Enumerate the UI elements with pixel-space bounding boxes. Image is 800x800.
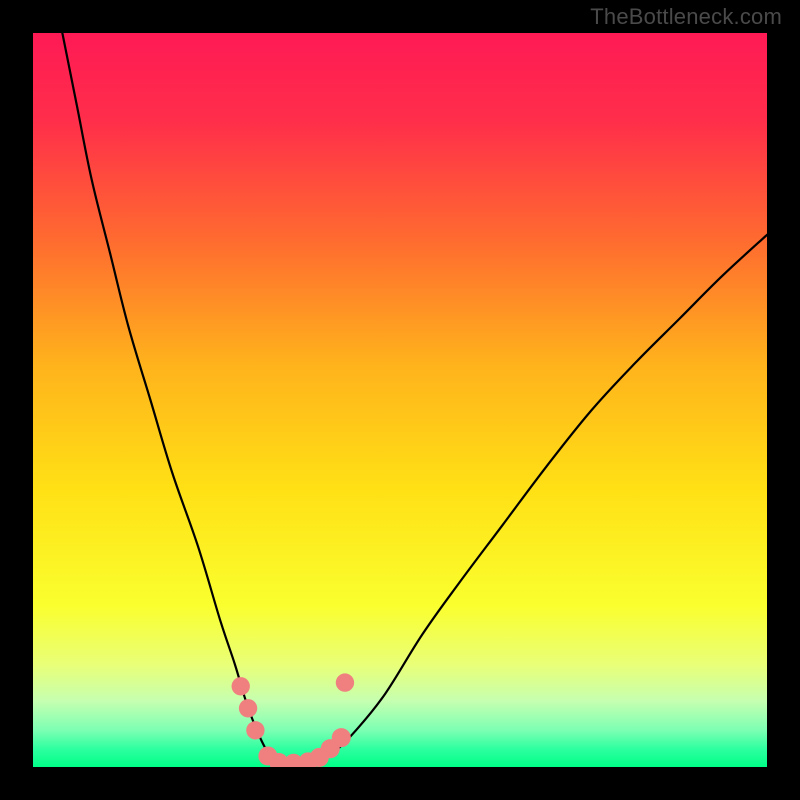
marker-dot (336, 673, 354, 691)
marker-dot (232, 677, 250, 695)
marker-dot (246, 721, 264, 739)
watermark-text: TheBottleneck.com (590, 4, 782, 30)
chart-container: TheBottleneck.com (0, 0, 800, 800)
marker-dot (332, 728, 351, 747)
plot-area (33, 33, 767, 767)
marker-dot (239, 699, 257, 717)
data-markers (33, 33, 767, 767)
